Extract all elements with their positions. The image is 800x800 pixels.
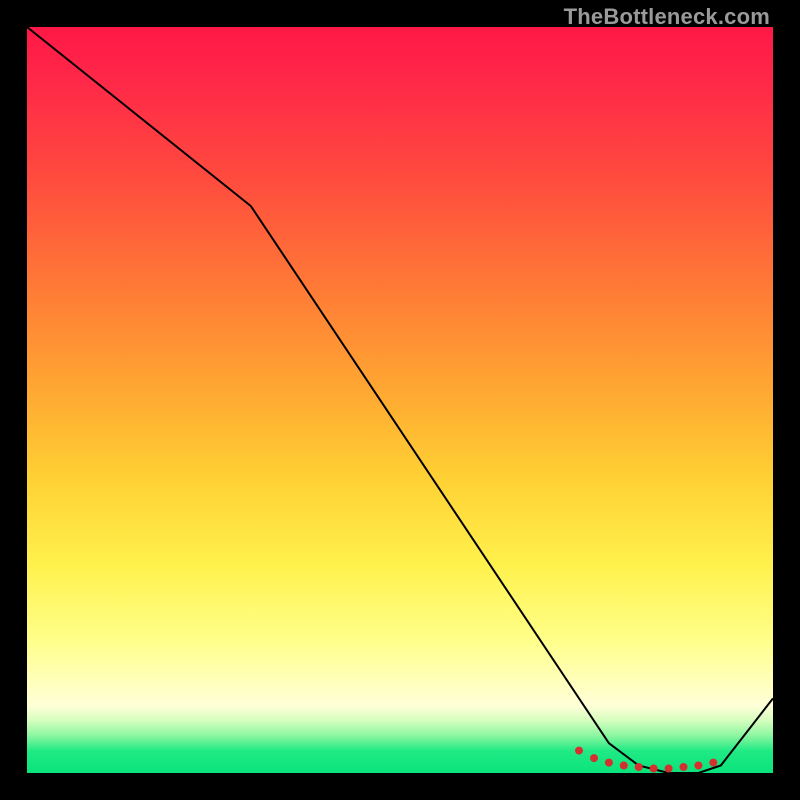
chart-dot [665,765,673,773]
chart-dot [680,763,688,771]
chart-dot [694,762,702,770]
chart-dots-layer [27,27,773,773]
chart-dot [605,759,613,767]
chart-dot [620,762,628,770]
chart-gradient-area [27,27,773,773]
chart-dot [709,759,717,767]
chart-dot [635,763,643,771]
chart-dot [575,747,583,755]
chart-dot [650,765,658,773]
chart-dot [590,754,598,762]
